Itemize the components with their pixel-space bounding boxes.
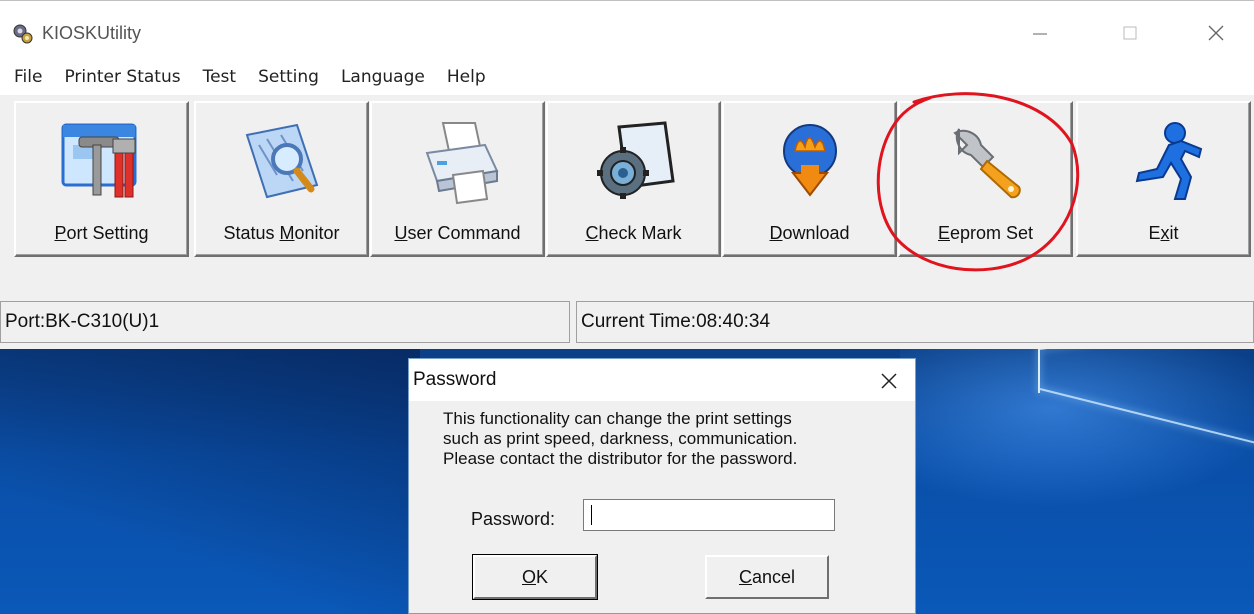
minimize-button[interactable] <box>1020 15 1060 51</box>
app-window: KIOSKUtility File Printer Status Test Se… <box>0 0 1254 349</box>
dialog-title: Password <box>413 369 497 390</box>
close-button[interactable] <box>1196 15 1236 51</box>
menu-language[interactable]: Language <box>341 67 425 87</box>
exit-label: Exit <box>1148 223 1179 243</box>
maximize-icon <box>1123 26 1137 40</box>
status-monitor-button[interactable]: Status Monitor <box>194 101 369 257</box>
exit-button[interactable]: Exit <box>1076 101 1251 257</box>
status-bar: Port:BK-C310(U)1 Current Time:08:40:34 <box>0 301 1254 345</box>
printer-icon <box>425 122 498 205</box>
port-setting-icon <box>61 123 136 198</box>
check-mark-button[interactable]: Check Mark <box>546 101 721 257</box>
cancel-label: ancel <box>751 566 796 587</box>
ok-label: K <box>536 566 549 587</box>
check-mark-label: Check Mark <box>585 223 682 243</box>
download-label: Download <box>769 223 850 243</box>
message-line: such as print speed, darkness, communica… <box>443 429 798 448</box>
check-mark-icon <box>596 121 675 199</box>
app-gear-icon <box>13 24 33 44</box>
ok-button[interactable]: OK <box>472 554 598 600</box>
port-status: Port:BK-C310(U)1 <box>0 301 570 343</box>
password-dialog: Password This functionality can change t… <box>408 358 916 614</box>
close-icon <box>1208 25 1224 41</box>
menu-file[interactable]: File <box>14 67 42 87</box>
port-setting-button[interactable]: Port Setting <box>14 101 189 257</box>
dialog-close-button[interactable] <box>871 363 907 399</box>
cancel-mnemonic: C <box>738 566 752 587</box>
desktop-shade <box>0 348 420 614</box>
password-label: Password: <box>471 509 556 529</box>
download-icon <box>782 124 837 197</box>
toolbar: Port Setting Status Monitor User Command <box>0 97 1254 261</box>
maximize-button[interactable] <box>1110 15 1150 51</box>
ok-mnemonic: O <box>521 566 536 587</box>
cancel-button[interactable]: Cancel <box>705 555 829 599</box>
password-input[interactable] <box>583 499 835 531</box>
menu-test[interactable]: Test <box>203 67 236 87</box>
status-monitor-icon <box>245 123 318 199</box>
menu-setting[interactable]: Setting <box>258 67 319 87</box>
dialog-title-bar[interactable]: Password <box>409 359 915 401</box>
download-button[interactable]: Download <box>722 101 897 257</box>
desktop-light-ray <box>1038 348 1040 393</box>
message-line: This functionality can change the print … <box>443 409 792 428</box>
port-setting-label: Port Setting <box>54 223 149 243</box>
message-line: Please contact the distributor for the p… <box>443 449 798 468</box>
wrench-icon <box>952 128 1021 199</box>
menu-printer-status[interactable]: Printer Status <box>64 67 180 87</box>
current-time-status: Current Time:08:40:34 <box>576 301 1254 343</box>
close-icon <box>881 373 897 389</box>
menu-bar: File Printer Status Test Setting Languag… <box>0 59 1254 95</box>
text-caret <box>591 505 592 525</box>
eeprom-set-label: Eeprom Set <box>937 223 1034 243</box>
status-monitor-label: Status Monitor <box>223 223 340 243</box>
minimize-icon <box>1033 33 1047 35</box>
eeprom-set-button[interactable]: Eeprom Set <box>898 101 1073 257</box>
user-command-label: User Command <box>394 223 521 243</box>
window-title: KIOSKUtility <box>42 23 142 43</box>
user-command-button[interactable]: User Command <box>370 101 545 257</box>
dialog-message: This functionality can change the print … <box>443 409 883 469</box>
title-bar[interactable]: KIOSKUtility <box>0 1 1254 59</box>
menu-help[interactable]: Help <box>447 67 486 87</box>
exit-runner-icon <box>1135 122 1202 200</box>
